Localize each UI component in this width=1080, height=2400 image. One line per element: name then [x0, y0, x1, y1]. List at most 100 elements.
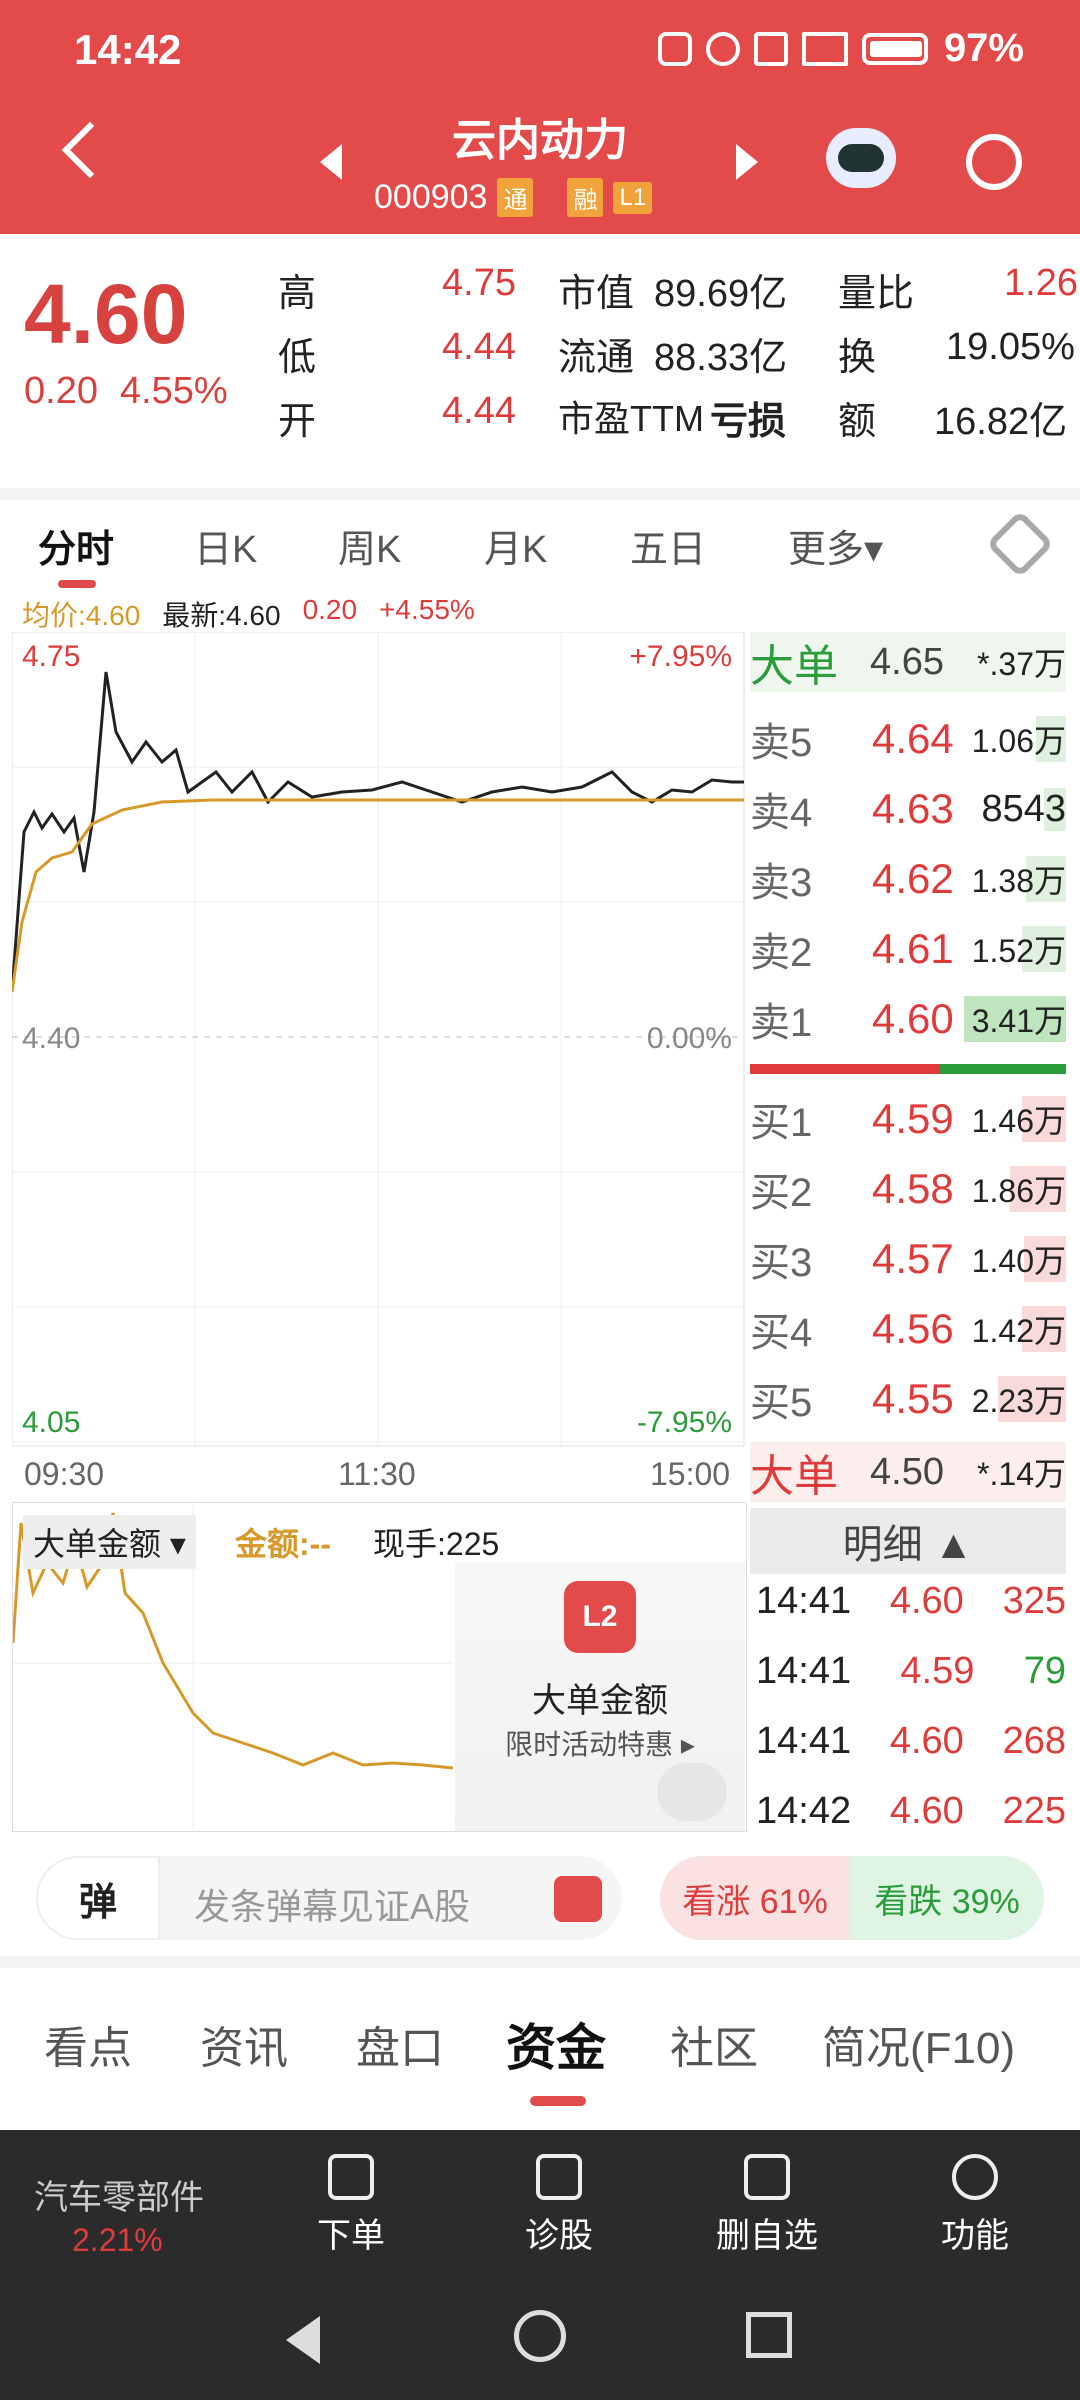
bottom-action-bar: 汽车零部件 2.21% 下单 诊股 删自选 功能	[0, 2130, 1080, 2270]
tab-news[interactable]: 资讯	[200, 2012, 288, 2076]
avg-price-line: 均价:4.60 最新:4.60 0.20 +4.55%	[22, 594, 475, 634]
ask5-price: 4.64	[872, 715, 954, 762]
bid1-label: 买1	[750, 1101, 813, 1145]
bearish-button[interactable]: 看跌 39%	[850, 1856, 1044, 1940]
big-order-bottom-price: 4.50	[870, 1450, 944, 1493]
bid2-label: 买2	[750, 1171, 813, 1215]
functions-label: 功能	[941, 2217, 1009, 2255]
nav-back-icon[interactable]	[286, 2316, 320, 2364]
tab-profile[interactable]: 简况(F10)	[822, 2012, 1015, 2076]
remove-watchlist-button[interactable]: 删自选	[692, 2154, 842, 2257]
avg-price: 均价:4.60	[22, 600, 141, 631]
order-icon	[328, 2154, 374, 2200]
tab-community[interactable]: 社区	[670, 2012, 758, 2076]
ask4-qty: 8543	[964, 787, 1066, 831]
latest-price: 最新:4.60	[162, 600, 281, 631]
indicator-now-volume: 现手:225	[373, 1526, 500, 1562]
functions-button[interactable]: 功能	[900, 2154, 1050, 2257]
tab-intraday[interactable]: 分时	[38, 518, 114, 573]
order-label: 下单	[317, 2217, 385, 2255]
tab-highlights[interactable]: 看点	[44, 2012, 132, 2076]
bluetooth-icon	[753, 31, 788, 66]
turnover-label: 换	[838, 337, 877, 379]
bid5-price: 4.55	[872, 1375, 954, 1422]
ask3-label: 卖3	[750, 861, 813, 905]
next-stock-icon[interactable]	[736, 144, 758, 180]
tab-funds[interactable]: 资金	[506, 2008, 606, 2080]
big-order-amount-panel: 大单金额 ▾ 金额:-- 现手:225 L2 大单金额 限时活动特惠 ▸	[12, 1502, 747, 1832]
low-value: 4.44	[442, 326, 516, 368]
detail-list: 14:41 4.60 325 14:41 4.59 79 14:41 4.60 …	[756, 1566, 1066, 1846]
high-value: 4.75	[442, 262, 516, 304]
status-icons	[657, 31, 928, 66]
detail-header[interactable]: 明细 ▲	[750, 1508, 1066, 1574]
expand-icon[interactable]	[657, 1763, 727, 1821]
l2-badge-icon: L2	[564, 1581, 636, 1653]
tab-monthly-k[interactable]: 月K	[484, 518, 547, 573]
bid4-label: 买4	[750, 1311, 813, 1355]
nav-recents-icon[interactable]	[746, 2312, 792, 2358]
tab-weekly-k[interactable]: 周K	[338, 518, 401, 573]
ask-row-3[interactable]: 卖3 4.62 1.38万	[750, 844, 1066, 914]
danmu-icon[interactable]: 弹	[36, 1856, 160, 1940]
y-axis-bottom: 4.05	[22, 1406, 80, 1439]
gift-icon[interactable]	[554, 1876, 602, 1922]
bid-row-1[interactable]: 买1 4.59 1.46万	[750, 1084, 1066, 1154]
chart-tabs: 分时 日K 周K 月K 五日 更多▾	[0, 488, 1080, 588]
big-order-bottom: 大单 4.50 *.14万	[750, 1442, 1066, 1502]
bid-row-3[interactable]: 买3 4.57 1.40万	[750, 1224, 1066, 1294]
big-order-bottom-qty: *.14万	[977, 1456, 1066, 1492]
tab-more[interactable]: 更多▾	[788, 518, 883, 573]
diagnose-button[interactable]: 诊股	[484, 2154, 634, 2257]
tag-tong: 通	[497, 178, 534, 217]
tab-five-day[interactable]: 五日	[630, 518, 706, 573]
bid-row-2[interactable]: 买2 4.58 1.86万	[750, 1154, 1066, 1224]
detail-qty-4: 225	[1002, 1789, 1066, 1832]
nav-home-icon[interactable]	[514, 2310, 566, 2362]
latest-change-pct: +4.55%	[379, 594, 475, 625]
current-price: 4.60	[24, 267, 188, 361]
ask-row-2[interactable]: 卖2 4.61 1.52万	[750, 914, 1066, 984]
danmu-input[interactable]: 发条弹幕见证A股	[194, 1878, 470, 1930]
ask2-price: 4.61	[872, 925, 954, 972]
x-axis-start: 09:30	[24, 1456, 105, 1492]
search-icon[interactable]	[966, 134, 1022, 190]
big-order-top: 大单 4.65 *.37万	[750, 632, 1066, 692]
assistant-robot-icon[interactable]	[826, 128, 896, 188]
ask-row-1[interactable]: 卖1 4.60 3.41万	[750, 984, 1066, 1054]
ask3-price: 4.62	[872, 855, 954, 902]
bid3-qty: 1.40万	[964, 1236, 1066, 1282]
sentiment-bar[interactable]: 看涨 61% 看跌 39%	[660, 1856, 1044, 1940]
bid3-price: 4.57	[872, 1235, 954, 1282]
high-label: 高	[278, 273, 317, 315]
bid-row-4[interactable]: 买4 4.56 1.42万	[750, 1294, 1066, 1364]
sector-name[interactable]: 汽车零部件	[34, 2170, 204, 2219]
bullish-button[interactable]: 看涨 61%	[660, 1856, 850, 1940]
bid3-label: 买3	[750, 1241, 813, 1285]
promo-title: 大单金额	[532, 1682, 668, 1720]
change-percent: 4.55%	[119, 370, 228, 412]
order-button[interactable]: 下单	[276, 2154, 426, 2257]
bid-ask-ratio-bar	[750, 1064, 1066, 1074]
promo-panel[interactable]: L2 大单金额 限时活动特惠 ▸	[455, 1563, 745, 1831]
bid-row-5[interactable]: 买5 4.55 2.23万	[750, 1364, 1066, 1434]
indicator-selector[interactable]: 大单金额 ▾	[23, 1515, 196, 1569]
ask5-label: 卖5	[750, 721, 813, 765]
system-nav-bar	[0, 2270, 1080, 2400]
sector-change: 2.21%	[72, 2222, 163, 2258]
settings-icon[interactable]	[986, 510, 1054, 578]
ask-row-4[interactable]: 卖4 4.63 8543	[750, 774, 1066, 844]
intraday-chart[interactable]: 4.75 4.40 4.05 +7.95% 0.00% -7.95%	[12, 632, 748, 1452]
ask-row-5[interactable]: 卖5 4.64 1.06万	[750, 704, 1066, 774]
tab-daily-k[interactable]: 日K	[194, 518, 257, 573]
tag-l1: L1	[613, 181, 653, 214]
detail-qty-1: 325	[1002, 1579, 1066, 1622]
open-value: 4.44	[442, 390, 516, 432]
pct-axis-mid: 0.00%	[647, 1022, 732, 1055]
functions-icon	[952, 2154, 998, 2200]
detail-time-2: 14:41	[756, 1649, 852, 1692]
promo-subtitle[interactable]: 限时活动特惠 ▸	[455, 1723, 745, 1763]
stock-name: 云内动力	[452, 116, 628, 165]
tab-market[interactable]: 盘口	[356, 2012, 444, 2076]
danmu-bar[interactable]: 弹 发条弹幕见证A股	[36, 1856, 622, 1940]
